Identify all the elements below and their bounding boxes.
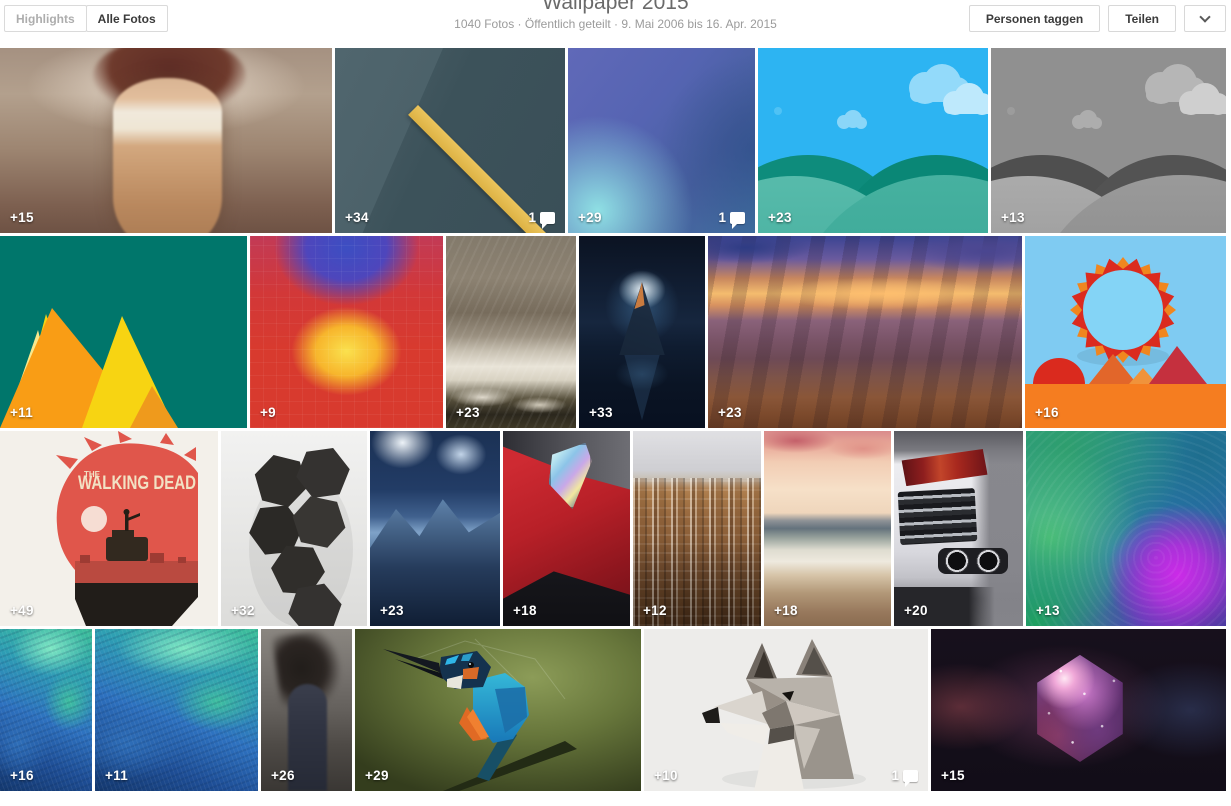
comment-icon [730,212,745,224]
photo-tile-teal-fractal-2[interactable]: +11 [95,629,258,791]
chevron-down-icon [1199,11,1210,22]
photo-tile-grand-canyon[interactable]: +23 [708,236,1022,428]
photo-stack-count: +23 [718,405,742,420]
photo-stack-count: +11 [105,768,128,783]
photo-tile-winter-city[interactable]: +12 [633,431,761,626]
photo-shape [938,548,1008,574]
photo-stack-count: +33 [589,405,613,420]
tab-alle-fotos[interactable]: Alle Fotos [86,5,168,32]
photo-tile-girl-in-wind[interactable]: +26 [261,629,352,791]
comment-icon [903,770,918,782]
clouds-teal-illustration [758,48,988,233]
album-header: Highlights Alle Fotos Wallpaper 2015 104… [0,0,1231,48]
clouds-gray-illustration [991,48,1226,233]
photo-grid: +15 +34 1 +29 1 [0,48,1226,791]
sun-illustration [1025,236,1226,428]
photo-tile-walking-dead[interactable]: THE WALKING DEAD +49 [0,431,218,626]
photo-stack-count: +18 [774,603,798,618]
photo-shape [549,443,592,509]
photo-stack-count: +18 [513,603,537,618]
kingfisher-illustration [355,629,641,791]
photo-stack-count: +20 [904,603,928,618]
wolf-illustration [644,629,928,791]
comment-icon [540,212,555,224]
photo-stack-count: +13 [1001,210,1025,225]
grid-row: +15 +34 1 +29 1 [0,48,1226,233]
photo-tile-lowpoly-wolf[interactable]: +10 1 [644,629,928,791]
photo-shape [579,236,705,428]
photo-stack-count: +23 [768,210,792,225]
grid-row: +11 +9 +23 +33 +23 [0,236,1226,428]
share-button[interactable]: Teilen [1108,5,1176,32]
photo-comment-count: 1 [891,768,918,783]
photo-stack-count: +15 [10,210,34,225]
photo-tile-model-portrait[interactable]: +15 [0,48,332,233]
photo-tile-red-sports-car[interactable]: +18 [503,431,630,626]
photo-tile-teal-fractal-1[interactable]: +16 [0,629,92,791]
photo-tile-pixel-heatmap[interactable]: +9 [250,236,443,428]
photo-tile-material-sun[interactable]: +16 [1025,236,1226,428]
photo-stack-count: +29 [365,768,389,783]
photo-tile-galaxy-crystal[interactable]: +15 [931,629,1226,791]
photo-stack-count: +32 [231,603,255,618]
photo-stack-count: +13 [1036,603,1060,618]
mountains-illustration [0,236,247,428]
walking-dead-illustration: THE WALKING DEAD [0,431,218,626]
photo-tile-white-sports-car[interactable]: +20 [894,431,1023,626]
photo-stack-count: +49 [10,603,34,618]
photo-comment-count: 1 [718,210,745,225]
photo-stack-count: +34 [345,210,369,225]
photo-stack-count: +23 [380,603,404,618]
header-actions: Personen taggen Teilen [961,5,1226,32]
grid-row: THE WALKING DEAD +49 +32 +23 [0,431,1226,626]
photo-stack-count: +11 [10,405,33,420]
photo-tile-charcoal-hexagons[interactable]: +32 [221,431,367,626]
photo-tile-clouds-gray[interactable]: +13 [991,48,1226,233]
photo-stack-count: +15 [941,768,965,783]
photo-comment-count: 1 [528,210,555,225]
photo-stack-count: +16 [1035,405,1059,420]
photo-tile-lowpoly-kingfisher[interactable]: +29 [355,629,641,791]
photo-stack-count: +26 [271,768,295,783]
photo-tile-ocean-waves[interactable]: +23 [446,236,576,428]
photo-tile-clouds-teal[interactable]: +23 [758,48,988,233]
photo-tile-color-swirl[interactable]: +13 [1026,431,1226,626]
hexagon-stones-illustration [221,431,367,626]
more-options-button[interactable] [1184,5,1226,32]
photo-stack-count: +16 [10,768,34,783]
photo-stack-count: +23 [456,405,480,420]
photo-tile-blue-abstract[interactable]: +29 1 [568,48,755,233]
poster-text-title: WALKING DEAD [78,473,196,494]
photo-tile-beach-sunset[interactable]: +18 [764,431,891,626]
photo-tile-material-gold-stripe[interactable]: +34 1 [335,48,565,233]
photo-stack-count: +9 [260,405,276,420]
photo-tile-blue-mountains[interactable]: +23 [370,431,500,626]
photo-stack-count: +10 [654,768,678,783]
photo-stack-count: +12 [643,603,667,618]
photo-stack-count: +29 [578,210,602,225]
photo-tile-material-mountains[interactable]: +11 [0,236,247,428]
photo-tile-mountain-reflection[interactable]: +33 [579,236,705,428]
grid-row: +16 +11 +26 [0,629,1226,791]
tag-people-button[interactable]: Personen taggen [969,5,1100,32]
